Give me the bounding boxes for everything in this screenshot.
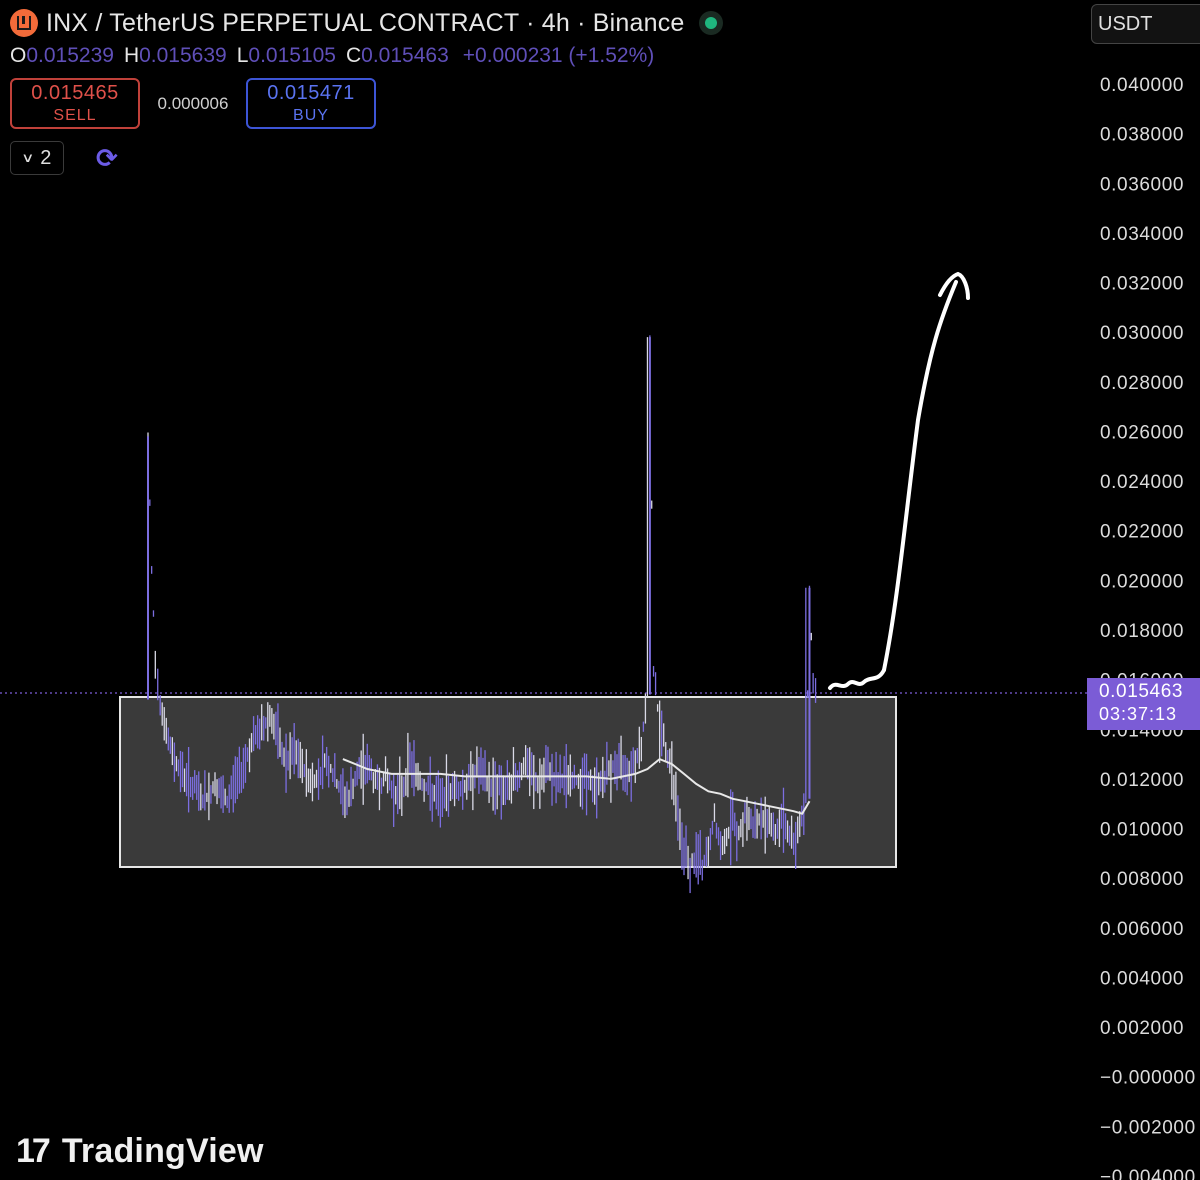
price-axis-label: −0.004000 <box>1100 1167 1196 1180</box>
price-axis-label: 0.024000 <box>1100 472 1184 493</box>
high-value: 0.015639 <box>139 44 227 67</box>
price-axis-label: 0.036000 <box>1100 174 1184 195</box>
sell-label: SELL <box>53 107 97 124</box>
ohlc-legend: O 0.015239 H 0.015639 L 0.015105 C 0.015… <box>10 42 717 70</box>
projection-arrow-squiggle <box>828 668 886 690</box>
price-axis-label: 0.040000 <box>1100 75 1184 96</box>
indicator-count: 2 <box>40 146 52 169</box>
sell-button[interactable]: 0.015465 SELL <box>10 78 140 129</box>
close-label: C <box>345 44 362 67</box>
price-axis-label: 0.032000 <box>1100 274 1184 295</box>
trade-panel: 0.015465 SELL 0.000006 0.015471 BUY <box>10 78 717 129</box>
price-axis-label: 0.034000 <box>1100 224 1184 245</box>
refresh-icon[interactable]: ⟳ <box>96 143 118 174</box>
price-axis-label: 0.018000 <box>1100 621 1184 642</box>
price-axis-label: 0.012000 <box>1100 770 1184 791</box>
currency-selector[interactable]: USDT <box>1091 4 1200 44</box>
open-value: 0.015239 <box>26 44 114 67</box>
price-axis-label: 0.010000 <box>1100 820 1184 841</box>
tradingview-logo-icon: 17 <box>16 1132 51 1170</box>
last-price-badge: 0.015463 03:37:13 <box>1087 678 1200 730</box>
indicator-toolbar: ∨ 2 ⟳ <box>10 141 717 175</box>
buy-button[interactable]: 0.015471 BUY <box>246 78 376 129</box>
price-axis-label: 0.008000 <box>1100 869 1184 890</box>
high-label: H <box>123 44 140 67</box>
bar-countdown: 03:37:13 <box>1099 704 1178 724</box>
price-axis-label: 0.006000 <box>1100 919 1184 940</box>
status-dot-icon <box>704 17 717 29</box>
price-axis-label: 0.026000 <box>1100 422 1184 443</box>
low-label: L <box>236 44 249 67</box>
tradingview-brand[interactable]: 17 TradingView <box>16 1132 264 1171</box>
sell-price: 0.015465 <box>31 82 119 104</box>
spread-value: 0.000006 <box>157 93 229 113</box>
chart-header: INX / TetherUS PERPETUAL CONTRACT · 4h ·… <box>10 6 717 175</box>
inx-logo-icon <box>10 9 38 37</box>
chevron-down-icon: ∨ <box>20 150 35 165</box>
price-axis[interactable]: 0.040000 0.038000 0.036000 0.034000 0.032000… <box>1100 75 1196 1180</box>
brand-name: TradingView <box>61 1132 264 1170</box>
price-change: +0.000231 (+1.52%) <box>462 44 655 67</box>
open-label: O <box>10 44 27 67</box>
symbol-title[interactable]: INX / TetherUS PERPETUAL CONTRACT · 4h ·… <box>46 9 685 38</box>
price-axis-label: 0.030000 <box>1100 323 1184 344</box>
buy-price: 0.015471 <box>267 82 355 104</box>
price-axis-label: 0.002000 <box>1100 1018 1184 1039</box>
price-axis-label: −0.002000 <box>1100 1117 1196 1138</box>
close-value: 0.015463 <box>361 44 449 67</box>
low-value: 0.015105 <box>248 44 336 67</box>
projection-arrow-shaft <box>882 280 958 672</box>
price-axis-label: 0.028000 <box>1100 373 1184 394</box>
price-axis-label: 0.020000 <box>1100 571 1184 592</box>
price-chart[interactable]: 0.040000 0.038000 0.036000 0.034000 0.032000… <box>0 0 1200 1180</box>
collapse-indicators-button[interactable]: ∨ 2 <box>10 141 64 175</box>
price-axis-label: −0.000000 <box>1100 1068 1196 1089</box>
price-axis-label: 0.004000 <box>1100 968 1184 989</box>
buy-label: BUY <box>293 107 329 124</box>
last-price: 0.015463 <box>1099 681 1184 702</box>
price-axis-label: 0.038000 <box>1100 125 1184 146</box>
price-axis-label: 0.022000 <box>1100 522 1184 543</box>
